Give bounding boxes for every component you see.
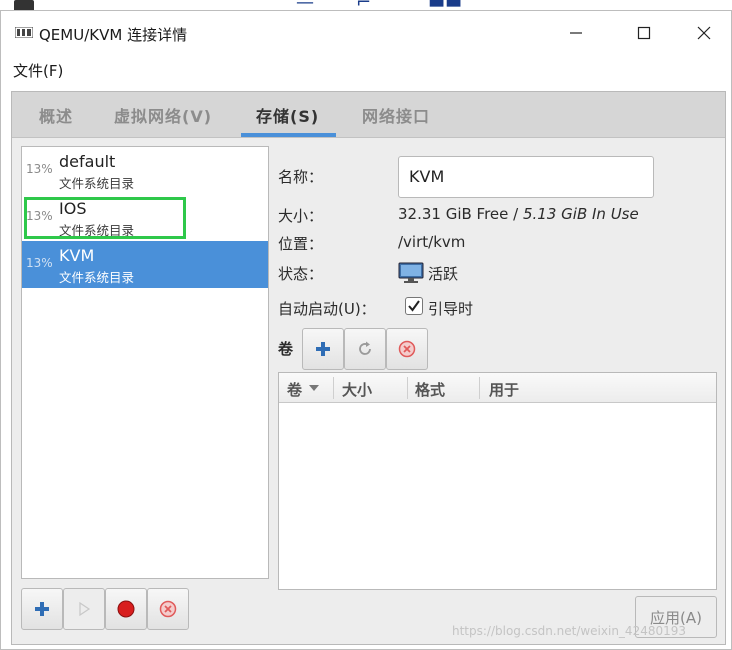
add-icon bbox=[316, 342, 330, 356]
storage-tab-content: 13% default 文件系统目录 13% IOS 文件系统目录 13% KV… bbox=[12, 138, 725, 644]
add-icon bbox=[35, 602, 49, 616]
tab-network-interfaces[interactable]: 网络接口 bbox=[362, 103, 430, 127]
minimize-button[interactable] bbox=[553, 15, 599, 51]
monitor-icon bbox=[398, 262, 424, 283]
close-button[interactable] bbox=[681, 15, 727, 51]
column-separator bbox=[407, 377, 408, 399]
refresh-icon bbox=[359, 341, 371, 355]
connection-details-window: QEMU/KVM 连接详情 文件(F) 概述 虚拟网络(V) 存储(S) 网络接… bbox=[0, 10, 732, 650]
close-icon bbox=[697, 26, 711, 40]
pool-type: 文件系统目录 bbox=[59, 270, 135, 285]
column-separator bbox=[333, 377, 334, 399]
menu-bar: 文件(F) bbox=[1, 55, 731, 85]
tab-virtual-networks[interactable]: 虚拟网络(V) bbox=[114, 103, 212, 127]
play-icon bbox=[79, 602, 91, 616]
column-separator bbox=[479, 377, 480, 399]
checkmark-icon bbox=[408, 300, 420, 312]
pool-name-field[interactable]: KVM bbox=[398, 156, 654, 198]
maximize-icon bbox=[637, 26, 651, 40]
delete-volume-button[interactable] bbox=[386, 328, 428, 370]
name-label: 名称： bbox=[278, 168, 324, 186]
autostart-checkbox[interactable] bbox=[405, 297, 423, 315]
column-header-volume[interactable]: 卷 bbox=[287, 379, 302, 400]
volumes-table[interactable]: 卷 大小 格式 用于 bbox=[278, 372, 717, 590]
sort-descending-icon bbox=[309, 385, 319, 391]
app-icon bbox=[15, 27, 33, 38]
menu-file[interactable]: 文件(F) bbox=[13, 60, 63, 81]
volumes-label: 卷 bbox=[278, 340, 294, 358]
annotation-highlight-box bbox=[24, 197, 186, 239]
column-header-used-by[interactable]: 用于 bbox=[489, 379, 519, 400]
column-header-size[interactable]: 大小 bbox=[342, 379, 372, 400]
active-tab-indicator bbox=[241, 133, 336, 137]
title-bar[interactable]: QEMU/KVM 连接详情 bbox=[1, 11, 731, 55]
start-pool-button[interactable] bbox=[63, 588, 105, 630]
state-label: 状态： bbox=[278, 265, 324, 283]
details-notebook: 概述 虚拟网络(V) 存储(S) 网络接口 13% default 文件系统目录… bbox=[11, 91, 726, 645]
watermark-text: https://blog.csdn.net/weixin_42480193 bbox=[452, 624, 687, 638]
column-header-format[interactable]: 格式 bbox=[415, 379, 445, 400]
state-value: 活跃 bbox=[428, 265, 459, 283]
pool-item-kvm[interactable]: 13% KVM 文件系统目录 bbox=[22, 241, 268, 288]
minimize-icon bbox=[570, 32, 582, 34]
autostart-label: 自动启动(U)： bbox=[278, 300, 376, 318]
refresh-volumes-button[interactable] bbox=[344, 328, 386, 370]
pool-name: KVM bbox=[59, 246, 95, 265]
location-label: 位置： bbox=[278, 235, 324, 253]
volumes-table-header: 卷 大小 格式 用于 bbox=[279, 373, 716, 403]
pool-item-default[interactable]: 13% default 文件系统目录 bbox=[22, 147, 268, 194]
pool-name: default bbox=[59, 152, 116, 171]
delete-icon bbox=[159, 600, 177, 618]
tab-overview[interactable]: 概述 bbox=[39, 103, 73, 127]
maximize-button[interactable] bbox=[621, 15, 667, 51]
size-in-use: 5.13 GiB In Use bbox=[522, 205, 639, 223]
stop-icon bbox=[117, 600, 135, 618]
pool-usage-percent: 13% bbox=[26, 162, 53, 176]
size-free: 32.31 GiB Free / bbox=[398, 205, 523, 223]
tab-storage[interactable]: 存储(S) bbox=[256, 103, 319, 127]
size-label: 大小： bbox=[278, 207, 324, 225]
add-volume-button[interactable] bbox=[302, 328, 344, 370]
stop-pool-button[interactable] bbox=[105, 588, 147, 630]
pool-usage-percent: 13% bbox=[26, 256, 53, 270]
size-value: 32.31 GiB Free / 5.13 GiB In Use bbox=[398, 205, 639, 223]
delete-pool-button[interactable] bbox=[147, 588, 189, 630]
add-pool-button[interactable] bbox=[21, 588, 63, 630]
tab-bar: 概述 虚拟网络(V) 存储(S) 网络接口 bbox=[12, 92, 725, 138]
location-value: /virt/kvm bbox=[398, 233, 466, 251]
pool-type: 文件系统目录 bbox=[59, 176, 135, 191]
autostart-value: 引导时 bbox=[428, 300, 474, 318]
storage-pool-list[interactable]: 13% default 文件系统目录 13% IOS 文件系统目录 13% KV… bbox=[21, 146, 269, 579]
window-title: QEMU/KVM 连接详情 bbox=[39, 26, 188, 44]
delete-icon bbox=[398, 340, 416, 358]
